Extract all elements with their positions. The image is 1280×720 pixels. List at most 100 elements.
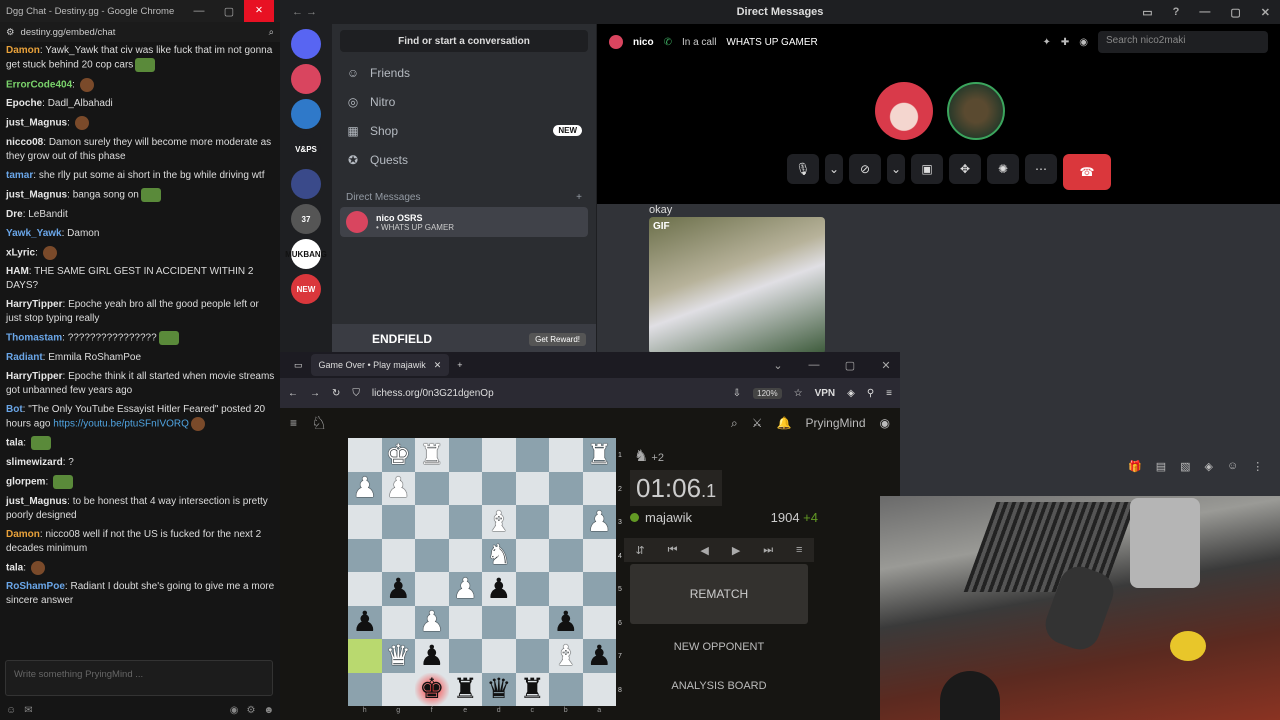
- board-square[interactable]: ♟: [381, 572, 415, 606]
- board-square[interactable]: [515, 639, 549, 673]
- pin-icon[interactable]: ✦: [1042, 37, 1050, 48]
- dm-entry-nico[interactable]: nico OSRS • WHATS UP GAMER: [340, 207, 588, 237]
- forward-icon[interactable]: →: [310, 388, 320, 399]
- nav-item-friends[interactable]: ☺ Friends: [332, 58, 596, 87]
- gift-icon[interactable]: 🎁: [1128, 460, 1142, 473]
- sticker-icon[interactable]: ▧: [1180, 460, 1190, 473]
- board-square[interactable]: [582, 572, 616, 606]
- find-conversation-button[interactable]: Find or start a conversation: [340, 30, 588, 52]
- board-square[interactable]: [515, 572, 549, 606]
- back-forward-nav[interactable]: ← →: [292, 6, 317, 18]
- chess-piece[interactable]: ♞: [486, 541, 511, 569]
- camera-off-button[interactable]: ⊘: [849, 154, 881, 184]
- emote-icon[interactable]: ☺: [6, 705, 16, 716]
- chat-username[interactable]: just_Magnus: [6, 190, 67, 201]
- more-options-button[interactable]: ⋯: [1025, 154, 1057, 184]
- inbox-icon[interactable]: ▭: [1142, 6, 1152, 19]
- chat-username[interactable]: Dre: [6, 209, 23, 220]
- menu-icon[interactable]: ≡: [886, 388, 892, 399]
- board-square[interactable]: [448, 505, 482, 539]
- end-call-button[interactable]: ☎: [1063, 154, 1111, 190]
- close-tab-icon[interactable]: ✕: [434, 360, 442, 371]
- board-square[interactable]: [448, 438, 482, 472]
- board-square[interactable]: ♟: [549, 605, 583, 639]
- minimize-button[interactable]: —: [800, 359, 828, 371]
- save-icon[interactable]: ⇩: [733, 388, 741, 399]
- chess-piece[interactable]: ♟: [419, 608, 444, 636]
- chat-username[interactable]: slimewizard: [6, 457, 63, 468]
- board-square[interactable]: [549, 471, 583, 505]
- chat-username[interactable]: just_Magnus: [6, 496, 67, 507]
- mic-options-chevron[interactable]: ⌄: [825, 154, 843, 184]
- board-square[interactable]: ♜: [448, 672, 482, 706]
- board-square[interactable]: ♜: [515, 672, 549, 706]
- reload-icon[interactable]: ↻: [332, 388, 340, 399]
- soundboard-button[interactable]: ✺: [987, 154, 1019, 184]
- chess-piece[interactable]: ♟: [386, 474, 411, 502]
- first-move-icon[interactable]: ⏮: [668, 544, 678, 557]
- chat-username[interactable]: Damon: [6, 529, 40, 540]
- chat-username[interactable]: tamar: [6, 170, 33, 181]
- chess-piece[interactable]: ♟: [352, 474, 377, 502]
- notification-bell-icon[interactable]: 🔔: [777, 416, 792, 430]
- board-square[interactable]: ♟: [415, 639, 449, 673]
- board-square[interactable]: [549, 672, 583, 706]
- board-square[interactable]: ♜: [582, 438, 616, 472]
- board-square[interactable]: [448, 605, 482, 639]
- zoom-level[interactable]: 120%: [753, 387, 782, 399]
- add-friends-icon[interactable]: ✚: [1061, 37, 1069, 48]
- board-square[interactable]: [348, 572, 382, 606]
- rematch-button[interactable]: REMATCH: [630, 564, 808, 624]
- board-square[interactable]: [482, 639, 516, 673]
- new-opponent-button[interactable]: NEW OPPONENT: [630, 641, 808, 653]
- chat-username[interactable]: ErrorCode404: [6, 79, 72, 90]
- participant-avatar-nico[interactable]: [875, 82, 933, 140]
- chess-piece[interactable]: ♟: [587, 641, 612, 670]
- board-square[interactable]: ♝: [549, 639, 583, 673]
- server-icon[interactable]: [291, 64, 321, 94]
- board-square[interactable]: ♜: [415, 438, 449, 472]
- board-square[interactable]: [348, 438, 382, 472]
- microphone-button[interactable]: 🎙: [787, 154, 819, 184]
- back-icon[interactable]: ←: [288, 388, 298, 399]
- user-avatar-icon[interactable]: ◉: [880, 416, 890, 430]
- chat-username[interactable]: RoShamPoe: [6, 581, 65, 592]
- board-square[interactable]: [381, 672, 415, 706]
- chat-username[interactable]: HarryTipper: [6, 299, 63, 310]
- shield-icon[interactable]: ⛉: [352, 388, 360, 399]
- nav-item-shop[interactable]: ▦ Shop NEW: [332, 116, 596, 145]
- gif-icon[interactable]: ▤: [1156, 460, 1166, 473]
- board-square[interactable]: [381, 538, 415, 572]
- chess-piece[interactable]: ♜: [520, 675, 545, 703]
- board-square[interactable]: [415, 572, 449, 606]
- board-square[interactable]: [482, 605, 516, 639]
- board-square[interactable]: ♟: [348, 471, 382, 505]
- chess-board[interactable]: ♚ ♜ ♜ ♟ ♟ ♝ ♟ ♞ ♟ ♟ ♟ ♟ ♟ ♟ ♛ ♟ ♝ ♟ ♚ ♜ ♛ ♜: [348, 438, 616, 706]
- chess-piece[interactable]: ♛: [486, 675, 511, 703]
- last-move-icon[interactable]: ⏭: [763, 544, 773, 557]
- maximize-button[interactable]: ▢: [1230, 6, 1240, 19]
- board-square[interactable]: [415, 538, 449, 572]
- chat-username[interactable]: Yawk_Yawk: [6, 228, 62, 239]
- tab-overview-icon[interactable]: ▭: [294, 360, 303, 371]
- opponent-name[interactable]: majawik: [645, 510, 692, 525]
- chat-username[interactable]: HarryTipper: [6, 371, 63, 382]
- chat-username[interactable]: tala: [6, 562, 23, 573]
- board-square[interactable]: [381, 505, 415, 539]
- board-square[interactable]: ♚: [381, 438, 415, 472]
- bookmark-icon[interactable]: ☆: [794, 388, 803, 399]
- board-square[interactable]: [348, 505, 382, 539]
- chess-piece[interactable]: ♝: [486, 507, 511, 536]
- chat-username[interactable]: Damon: [6, 45, 40, 56]
- chat-username[interactable]: Radiant: [6, 352, 43, 363]
- close-button[interactable]: ✕: [1261, 6, 1270, 19]
- minimize-button[interactable]: —: [184, 5, 214, 17]
- close-button[interactable]: ✕: [244, 0, 274, 22]
- board-square[interactable]: [348, 639, 382, 673]
- board-square[interactable]: [448, 639, 482, 673]
- chat-url[interactable]: destiny.gg/embed/chat: [21, 27, 263, 38]
- get-reward-button[interactable]: Get Reward!: [529, 332, 586, 346]
- board-square[interactable]: ♟: [448, 572, 482, 606]
- board-square[interactable]: ♟: [582, 639, 616, 673]
- site-info-icon[interactable]: ⚙: [6, 27, 15, 38]
